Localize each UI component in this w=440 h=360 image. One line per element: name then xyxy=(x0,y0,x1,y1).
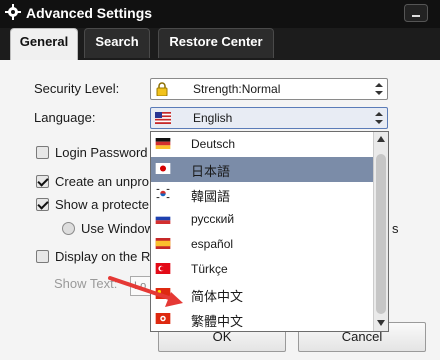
language-option-label: русский xyxy=(191,212,235,226)
create-unprotected-label: Create an unpro xyxy=(55,174,149,189)
japan-flag-icon xyxy=(155,163,171,174)
show-text-label: Show Text: xyxy=(54,276,118,291)
language-option-russian[interactable]: русский xyxy=(151,207,373,232)
security-level-select[interactable]: Strength:Normal xyxy=(150,78,388,100)
gear-icon xyxy=(5,4,21,20)
login-password-checkbox[interactable] xyxy=(36,146,49,159)
korea-flag-icon xyxy=(155,188,171,199)
language-option-label: 日本語 xyxy=(191,164,231,179)
russia-flag-icon xyxy=(155,213,171,224)
login-password-label: Login Password xyxy=(55,145,148,160)
tab-search[interactable]: Search xyxy=(84,28,150,58)
language-option-label: Deutsch xyxy=(191,137,236,151)
turkey-flag-icon xyxy=(155,263,171,274)
language-option-label: 繁體中文 xyxy=(191,314,244,329)
use-windows-label: Use Window xyxy=(81,221,154,236)
create-unprotected-checkbox[interactable] xyxy=(36,175,49,188)
language-option-label: español xyxy=(191,237,234,251)
language-option-label: Türkçe xyxy=(191,262,228,276)
tab-bar: General Search Restore Center xyxy=(0,28,440,60)
language-option-japanese[interactable]: 日本語 xyxy=(151,157,373,182)
security-level-value: Strength:Normal xyxy=(193,82,281,96)
title-bar: Advanced Settings xyxy=(0,0,440,28)
us-flag-icon xyxy=(155,112,171,124)
language-option-traditional-chinese[interactable]: 繁體中文 xyxy=(151,307,373,331)
scroll-up-icon[interactable] xyxy=(376,135,386,143)
tab-general[interactable]: General xyxy=(10,28,78,60)
spin-arrows-icon xyxy=(375,112,383,124)
germany-flag-icon xyxy=(155,138,171,149)
security-level-label: Security Level: xyxy=(34,81,120,96)
lock-icon xyxy=(156,82,168,96)
language-option-turkish[interactable]: Türkçe xyxy=(151,257,373,282)
china-flag-icon xyxy=(155,288,171,299)
show-protected-checkbox[interactable] xyxy=(36,198,49,211)
dropdown-scrollbar[interactable] xyxy=(373,132,388,331)
window-title: Advanced Settings xyxy=(26,5,153,21)
spain-flag-icon xyxy=(155,238,171,249)
language-dropdown-list: Deutsch 日本語 韓國語 русский español Türkçe 简… xyxy=(150,131,389,332)
language-option-simplified-chinese[interactable]: 简体中文 xyxy=(151,282,373,307)
language-option-deutsch[interactable]: Deutsch xyxy=(151,132,373,157)
minimize-icon[interactable] xyxy=(404,4,428,22)
display-right-label: Display on the Ri xyxy=(55,249,154,264)
spin-arrows-icon xyxy=(375,83,383,95)
language-option-label: 韓國語 xyxy=(191,189,231,204)
language-label: Language: xyxy=(34,110,96,125)
display-right-checkbox[interactable] xyxy=(36,250,49,263)
language-value: English xyxy=(193,111,233,125)
show-protected-label: Show a protecte xyxy=(55,197,149,212)
language-option-label: 简体中文 xyxy=(191,289,244,304)
use-windows-label-tail: s xyxy=(392,221,399,236)
language-select[interactable]: English xyxy=(150,107,388,129)
hong-kong-flag-icon xyxy=(155,313,171,324)
language-option-spanish[interactable]: español xyxy=(151,232,373,257)
scroll-down-icon[interactable] xyxy=(376,319,386,327)
scrollbar-thumb[interactable] xyxy=(376,154,386,314)
use-windows-radio[interactable] xyxy=(62,222,75,235)
tab-restore-center[interactable]: Restore Center xyxy=(158,28,274,58)
language-option-korean[interactable]: 韓國語 xyxy=(151,182,373,207)
advanced-settings-window: Advanced Settings General Search Restore… xyxy=(0,0,440,360)
